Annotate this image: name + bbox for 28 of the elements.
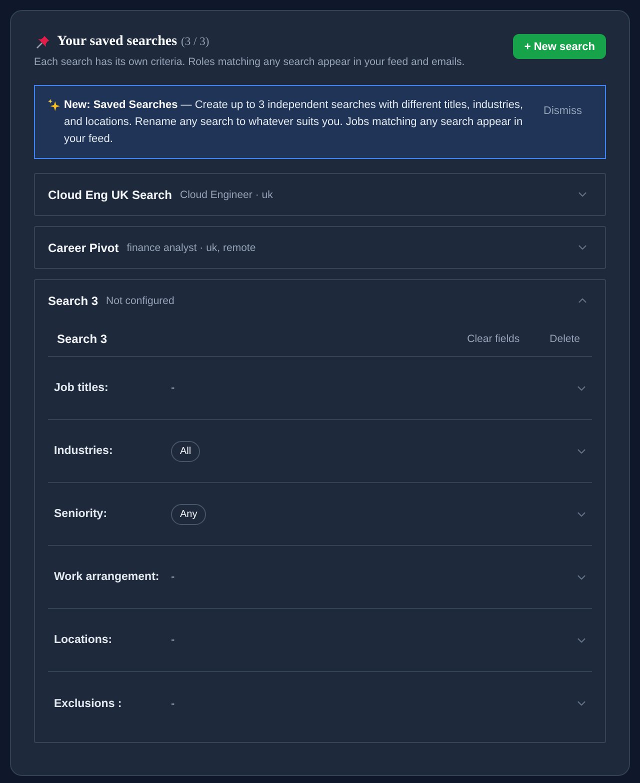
field-value: - [171,382,175,394]
value-chip[interactable]: All [171,440,200,462]
search-title[interactable]: Career Pivot [48,240,119,254]
notice-text: New: Saved Searches — Create up to 3 independent searches with different titles, industries, and locations. Rename any search to whatever suits you. Jobs matching any search appear in your feed. [64,98,524,147]
dismiss-button[interactable]: Dismiss [538,101,588,121]
field-value: - [171,571,175,583]
search-title[interactable]: Search 3 [48,294,98,308]
field-value: - [171,634,175,646]
field-value: - [171,698,175,710]
pushpin-icon [36,35,50,49]
search-count: (3 / 3) [181,35,210,50]
action-button[interactable]: Delete [542,328,588,348]
field-label: Seniority: [54,508,108,520]
search-summary: Cloud Engineer · uk [180,188,273,200]
search-summary: finance analyst · uk, remote [126,242,256,254]
search-summary: Not configured [106,294,174,306]
value-chip[interactable]: Any [171,504,206,524]
field-label: Job titles: [54,382,110,394]
field-label: Exclusions : [54,698,123,710]
sparkle-icon [48,99,60,111]
search-title[interactable]: Cloud Eng UK Search [48,188,172,202]
section-title: Your saved searches [57,34,178,50]
section-subtitle: Each search has its own criteria. Roles matching any search appear in your feed and emails. [34,55,465,69]
action-button[interactable]: Clear fields [459,328,528,348]
field-label: Industries: [54,445,114,457]
field-label: Work arrangement: [54,571,160,583]
field-label: Locations: [54,634,114,646]
search-name: Search 3 [57,332,108,346]
